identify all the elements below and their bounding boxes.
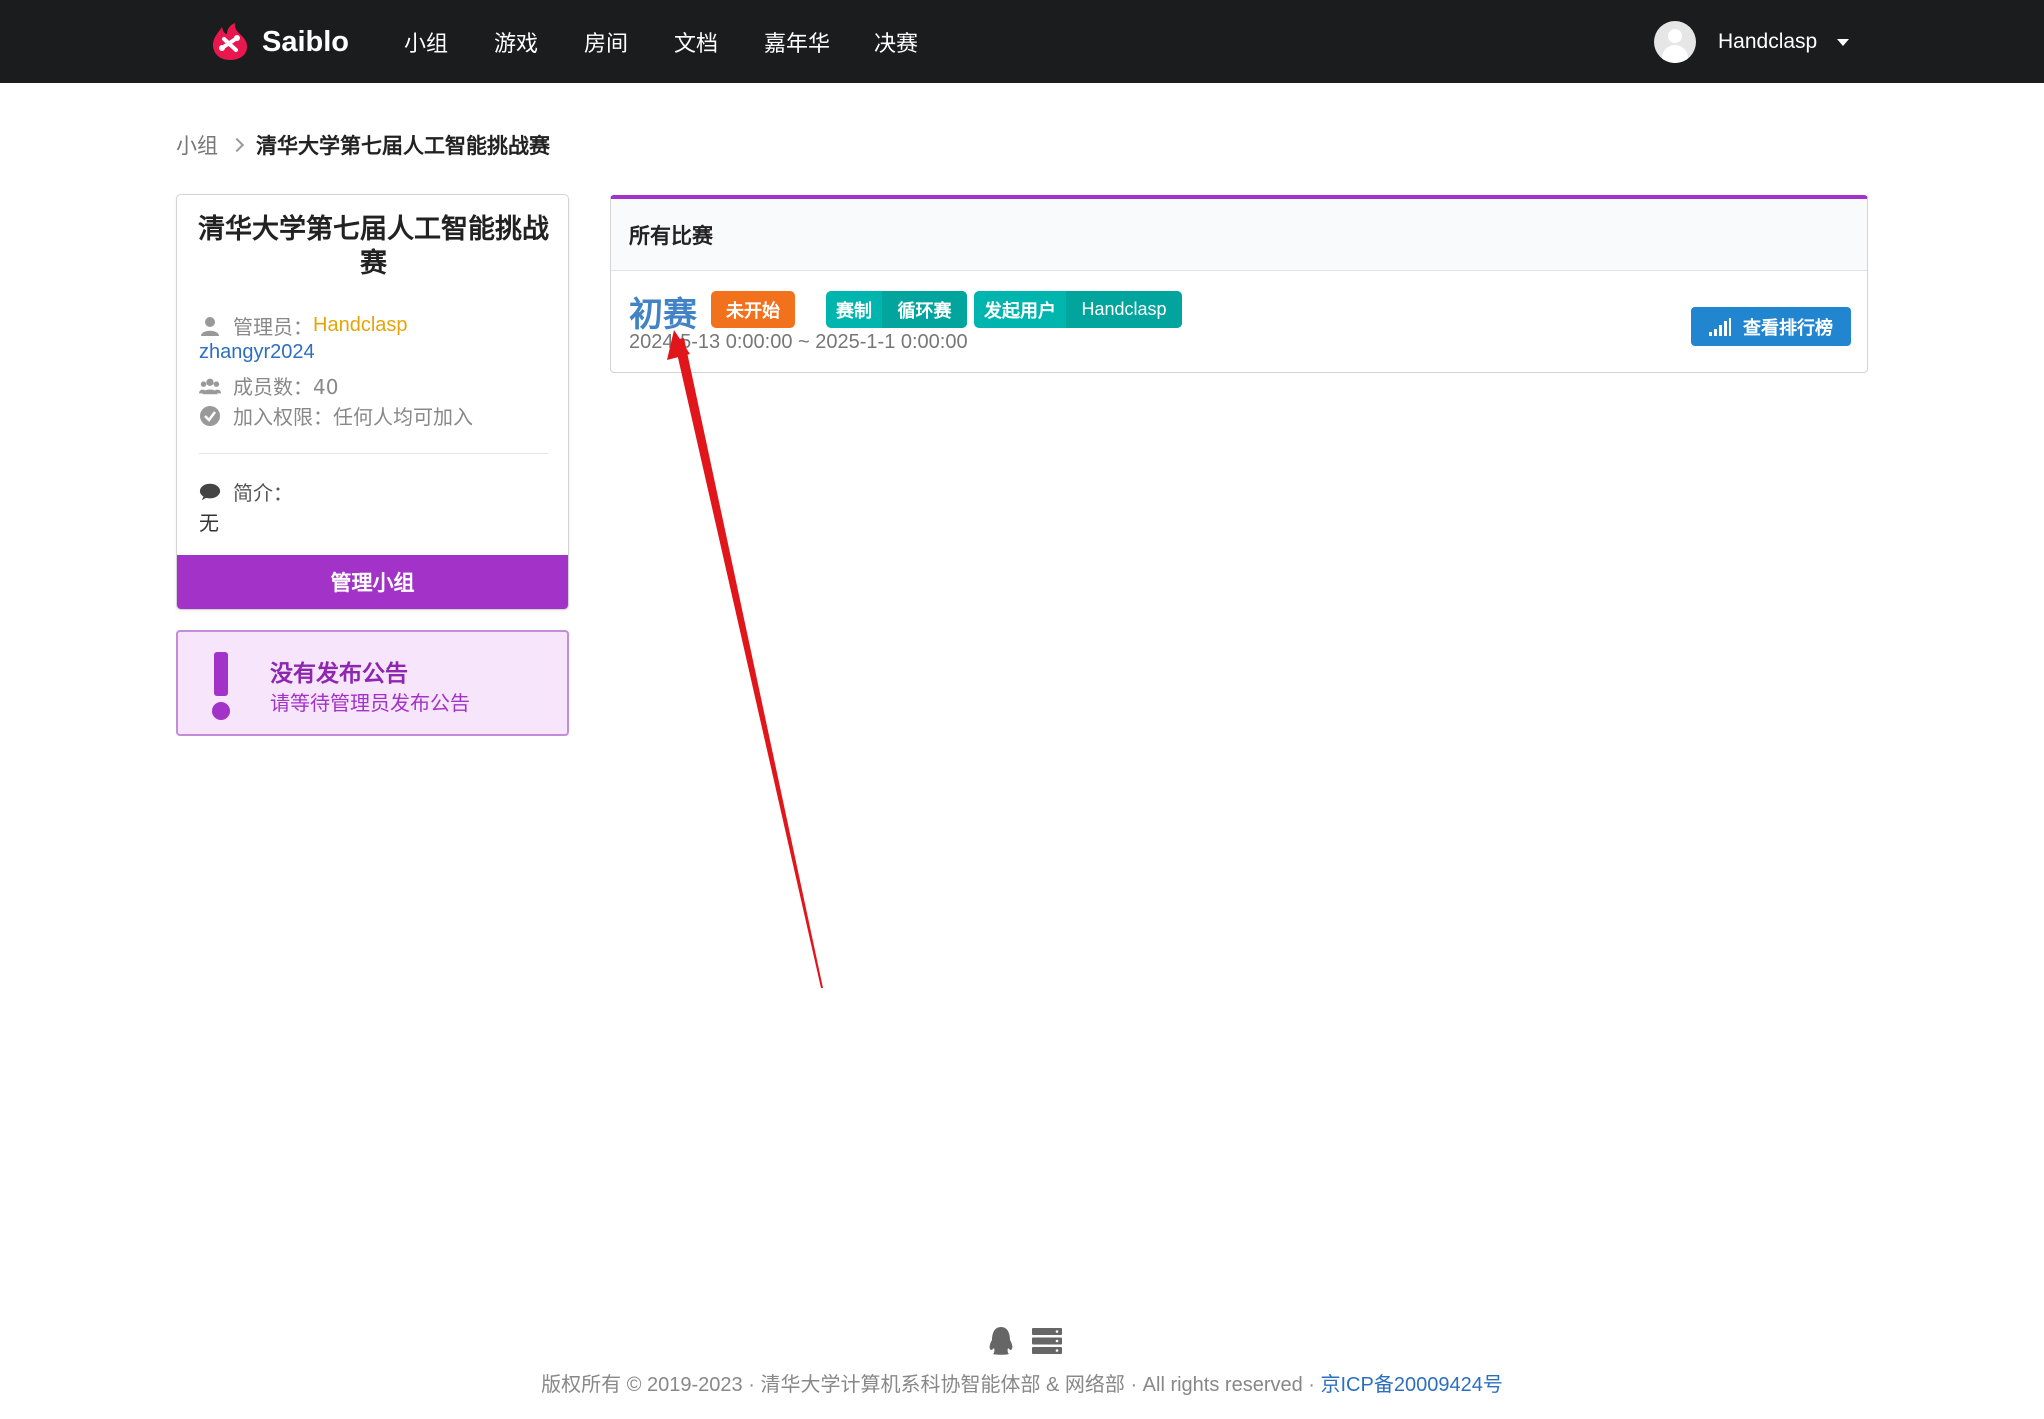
check-circle-icon bbox=[199, 405, 221, 427]
notice-subtitle: 请等待管理员发布公告 bbox=[270, 691, 470, 715]
breadcrumb: 小组 清华大学第七届人工智能挑战赛 bbox=[176, 130, 550, 160]
comment-icon bbox=[199, 481, 221, 503]
caret-down-icon bbox=[1837, 38, 1850, 46]
contests-panel: 所有比赛 初赛 未开始 赛制 循环赛 发起用户 Handclasp 2024-5… bbox=[610, 195, 1868, 373]
signal-bars-icon bbox=[1709, 317, 1731, 336]
intro-row: 简介： bbox=[199, 477, 293, 506]
nav-item-groups[interactable]: 小组 bbox=[404, 26, 448, 58]
saiblo-logo-icon bbox=[213, 23, 247, 60]
footer-copyright: 版权所有 © 2019-2023 · 清华大学计算机系科协智能体部 & 网络部 … bbox=[0, 1368, 2044, 1397]
notice-title: 没有发布公告 bbox=[270, 661, 408, 687]
exclamation-icon bbox=[210, 652, 232, 722]
view-leaderboard-button[interactable]: 查看排行榜 bbox=[1691, 307, 1851, 346]
format-value: 循环赛 bbox=[882, 291, 967, 328]
breadcrumb-current: 清华大学第七届人工智能挑战赛 bbox=[256, 134, 550, 158]
qq-penguin-icon[interactable] bbox=[988, 1326, 1014, 1356]
chevron-right-icon bbox=[229, 137, 245, 153]
creator-value[interactable]: Handclasp bbox=[1066, 291, 1182, 328]
brand-name: Saiblo bbox=[262, 25, 350, 58]
icp-link[interactable]: 京ICP备20009424号 bbox=[1321, 1374, 1503, 1396]
footer-text: 版权所有 © 2019-2023 · 清华大学计算机系科协智能体部 & 网络部 … bbox=[541, 1374, 1321, 1396]
username: Handclasp bbox=[1718, 30, 1818, 53]
nav-item-finals[interactable]: 决赛 bbox=[874, 26, 918, 58]
contest-status-badge: 未开始 bbox=[711, 291, 795, 328]
view-leaderboard-label: 查看排行榜 bbox=[1743, 317, 1833, 339]
user-menu[interactable]: Handclasp bbox=[1654, 20, 1850, 64]
group-info-card: 清华大学第七届人工智能挑战赛 管理员： Handclasp zhangyr202… bbox=[176, 194, 569, 610]
nav-item-games[interactable]: 游戏 bbox=[494, 26, 538, 58]
manage-group-button[interactable]: 管理小组 bbox=[177, 555, 568, 609]
brand-link[interactable]: Saiblo bbox=[210, 18, 349, 66]
server-icon[interactable] bbox=[1032, 1328, 1062, 1354]
admin-label: 管理员： bbox=[233, 315, 313, 339]
breadcrumb-groups-link[interactable]: 小组 bbox=[176, 130, 218, 160]
intro-label: 简介： bbox=[233, 481, 293, 505]
join-permission: 加入权限：任何人均可加入 bbox=[233, 405, 473, 429]
admin-link-1[interactable]: Handclasp bbox=[313, 314, 408, 337]
creator-key: 发起用户 bbox=[984, 300, 1056, 322]
announcement-notice: 没有发布公告 请等待管理员发布公告 bbox=[176, 630, 569, 736]
nav-item-carnival[interactable]: 嘉年华 bbox=[764, 26, 830, 58]
nav-item-rooms[interactable]: 房间 bbox=[584, 26, 628, 58]
intro-text: 无 bbox=[199, 511, 219, 535]
admin-row: 管理员： Handclasp bbox=[199, 311, 408, 340]
contest-creator-badge: 发起用户 Handclasp bbox=[974, 291, 1182, 328]
admin-link-2[interactable]: zhangyr2024 bbox=[199, 341, 315, 364]
contest-name-link[interactable]: 初赛 bbox=[629, 287, 697, 336]
footer-icons bbox=[988, 1326, 1062, 1356]
user-icon bbox=[199, 315, 221, 337]
users-icon bbox=[199, 375, 221, 397]
contests-header: 所有比赛 bbox=[611, 199, 1867, 271]
divider bbox=[199, 453, 548, 454]
group-title: 清华大学第七届人工智能挑战赛 bbox=[198, 214, 549, 279]
format-key: 赛制 bbox=[836, 300, 872, 322]
join-permission-row: 加入权限：任何人均可加入 bbox=[199, 401, 473, 430]
contest-time: 2024-5-13 0:00:00 ~ 2025-1-1 0:00:00 bbox=[629, 331, 968, 353]
members-count: 成员数：40 bbox=[233, 375, 339, 399]
top-navbar: Saiblo 小组 游戏 房间 文档 嘉年华 决赛 Handclasp bbox=[0, 0, 2044, 83]
nav-item-docs[interactable]: 文档 bbox=[674, 26, 718, 58]
contest-format-badge: 赛制 循环赛 bbox=[826, 291, 967, 328]
avatar bbox=[1654, 21, 1696, 63]
members-row: 成员数：40 bbox=[199, 371, 338, 400]
annotation-arrow-shaft bbox=[674, 338, 823, 988]
